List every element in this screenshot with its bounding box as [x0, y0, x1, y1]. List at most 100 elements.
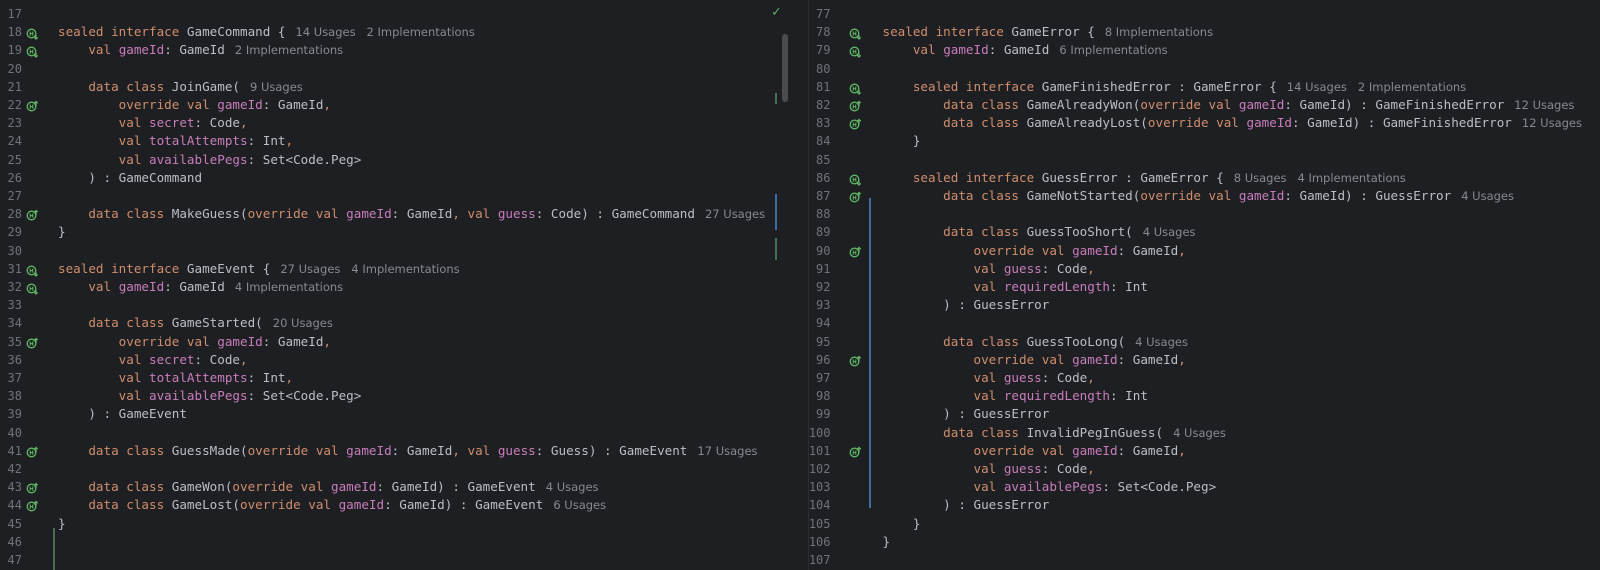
- code-line[interactable]: 47: [0, 551, 808, 570]
- code-line[interactable]: 80: [809, 60, 1600, 79]
- line-number[interactable]: 35: [0, 333, 22, 352]
- code-line[interactable]: 25 val availablePegs: Set<Code.Peg>: [0, 151, 808, 170]
- code-line[interactable]: 29}: [0, 223, 808, 242]
- code-line[interactable]: 45}: [0, 515, 808, 534]
- line-number[interactable]: 19: [0, 41, 22, 60]
- usages-inlay-hint[interactable]: 6 Implementations: [1059, 43, 1167, 57]
- code-line[interactable]: 87 data class GameNotStarted(override va…: [809, 187, 1600, 206]
- line-number[interactable]: 98: [809, 387, 830, 406]
- line-number[interactable]: 96: [809, 351, 830, 370]
- code-line[interactable]: 78 sealed interface GameError {8 Implemen…: [809, 23, 1600, 42]
- line-number[interactable]: 101: [809, 442, 831, 461]
- line-number[interactable]: 18: [0, 23, 22, 42]
- line-number[interactable]: 83: [809, 114, 830, 133]
- line-number[interactable]: 92: [809, 278, 830, 297]
- code-text[interactable]: sealed interface GameError {8 Implementa…: [883, 23, 1214, 42]
- line-number[interactable]: 97: [809, 369, 830, 388]
- line-number[interactable]: 31: [0, 260, 22, 279]
- usages-inlay-hint[interactable]: 4 Usages: [1143, 225, 1196, 239]
- code-text[interactable]: data class InvalidPegInGuess(4 Usages: [883, 424, 1226, 443]
- code-line[interactable]: 37 val totalAttempts: Int,: [0, 369, 808, 388]
- line-number[interactable]: 24: [0, 132, 22, 151]
- code-text[interactable]: ) : GuessError: [883, 496, 1049, 515]
- code-text[interactable]: val guess: Code,: [883, 460, 1095, 479]
- code-text[interactable]: override val gameId: GameId,: [883, 242, 1186, 261]
- line-number[interactable]: 105: [809, 515, 831, 534]
- code-text[interactable]: val gameId: GameId 4 Implementations: [58, 278, 343, 297]
- code-line[interactable]: 102 val guess: Code,: [809, 460, 1600, 479]
- code-text[interactable]: data class GuessTooShort(4 Usages: [883, 223, 1196, 242]
- code-text[interactable]: val guess: Code,: [883, 260, 1095, 279]
- code-text[interactable]: ) : GameCommand: [58, 169, 202, 188]
- line-number[interactable]: 94: [809, 314, 830, 333]
- code-line[interactable]: 104 ) : GuessError: [809, 496, 1600, 515]
- code-line[interactable]: 84 }: [809, 132, 1600, 151]
- usages-inlay-hint[interactable]: 6 Usages: [553, 498, 606, 512]
- line-number[interactable]: 89: [809, 223, 830, 242]
- editor-pane-left[interactable]: 17 18 sealed interface GameCommand {14 Usa…: [0, 0, 808, 570]
- code-line[interactable]: 18 sealed interface GameCommand {14 Usage…: [0, 23, 808, 42]
- code-text[interactable]: data class GuessMade(override val gameId…: [58, 442, 757, 461]
- usages-inlay-hint[interactable]: 4 Usages: [1135, 335, 1188, 349]
- usages-inlay-hint[interactable]: 4 Implementations: [235, 280, 343, 294]
- overrides-gutter-icon[interactable]: [26, 481, 39, 494]
- line-number[interactable]: 106: [809, 533, 831, 552]
- line-number[interactable]: 43: [0, 478, 22, 497]
- code-line[interactable]: 21 data class JoinGame(9 Usages: [0, 78, 808, 97]
- line-number[interactable]: 20: [0, 60, 22, 79]
- line-number[interactable]: 103: [809, 478, 831, 497]
- line-number[interactable]: 90: [809, 242, 830, 261]
- line-number[interactable]: 41: [0, 442, 22, 461]
- line-number[interactable]: 22: [0, 96, 22, 115]
- code-line[interactable]: 40: [0, 424, 808, 443]
- code-line[interactable]: 35 override val gameId: GameId,: [0, 333, 808, 352]
- line-number[interactable]: 45: [0, 515, 22, 534]
- code-line[interactable]: 98 val requiredLength: Int: [809, 387, 1600, 406]
- code-text[interactable]: val availablePegs: Set<Code.Peg>: [883, 478, 1217, 497]
- vertical-scrollbar-thumb[interactable]: [782, 34, 788, 102]
- line-number[interactable]: 82: [809, 96, 830, 115]
- code-line[interactable]: 24 val totalAttempts: Int,: [0, 132, 808, 151]
- line-number[interactable]: 100: [809, 424, 831, 443]
- code-text[interactable]: ) : GameEvent: [58, 405, 187, 424]
- usages-inlay-hint[interactable]: 12 Usages: [1514, 98, 1574, 112]
- code-line[interactable]: 106}: [809, 533, 1600, 552]
- code-line[interactable]: 91 val guess: Code,: [809, 260, 1600, 279]
- line-number[interactable]: 81: [809, 78, 830, 97]
- overrides-gutter-icon[interactable]: [849, 99, 862, 112]
- code-text[interactable]: }: [883, 132, 921, 151]
- usages-inlay-hint[interactable]: 12 Usages: [1522, 116, 1582, 130]
- line-number[interactable]: 102: [809, 460, 831, 479]
- code-line[interactable]: 20: [0, 60, 808, 79]
- usages-inlay-hint[interactable]: 14 Usages 2 Implementations: [295, 25, 474, 39]
- usages-inlay-hint[interactable]: 27 Usages 4 Implementations: [280, 262, 459, 276]
- overrides-gutter-icon[interactable]: [849, 190, 862, 203]
- usages-inlay-hint[interactable]: 8 Usages 4 Implementations: [1234, 171, 1406, 185]
- usages-inlay-hint[interactable]: 14 Usages 2 Implementations: [1287, 80, 1466, 94]
- has-implementations-gutter-icon[interactable]: [26, 263, 39, 277]
- code-line[interactable]: 93 ) : GuessError: [809, 296, 1600, 315]
- usages-inlay-hint[interactable]: 27 Usages: [705, 207, 765, 221]
- usages-inlay-hint[interactable]: 4 Usages: [1173, 426, 1226, 440]
- overrides-gutter-icon[interactable]: [849, 245, 862, 258]
- code-line[interactable]: 26 ) : GameCommand: [0, 169, 808, 188]
- code-line[interactable]: 31 sealed interface GameEvent {27 Usages …: [0, 260, 808, 279]
- code-text[interactable]: data class GameWon(override val gameId: …: [58, 478, 598, 497]
- code-text[interactable]: }: [58, 223, 66, 242]
- code-text[interactable]: data class GameAlreadyLost(override val …: [883, 114, 1582, 133]
- line-number[interactable]: 99: [809, 405, 830, 424]
- line-number[interactable]: 95: [809, 333, 830, 352]
- code-text[interactable]: val secret: Code,: [58, 351, 248, 370]
- line-number[interactable]: 29: [0, 223, 22, 242]
- line-number[interactable]: 85: [809, 151, 830, 170]
- code-line[interactable]: 23 val secret: Code,: [0, 114, 808, 133]
- usages-inlay-hint[interactable]: 4 Usages: [1461, 189, 1514, 203]
- line-number[interactable]: 39: [0, 405, 22, 424]
- line-number[interactable]: 80: [809, 60, 830, 79]
- code-text[interactable]: ) : GuessError: [883, 296, 1049, 315]
- code-line[interactable]: 42: [0, 460, 808, 479]
- line-number[interactable]: 44: [0, 496, 22, 515]
- code-text[interactable]: }: [883, 515, 921, 534]
- code-line[interactable]: 100 data class InvalidPegInGuess(4 Usage…: [809, 424, 1600, 443]
- line-number[interactable]: 88: [809, 205, 830, 224]
